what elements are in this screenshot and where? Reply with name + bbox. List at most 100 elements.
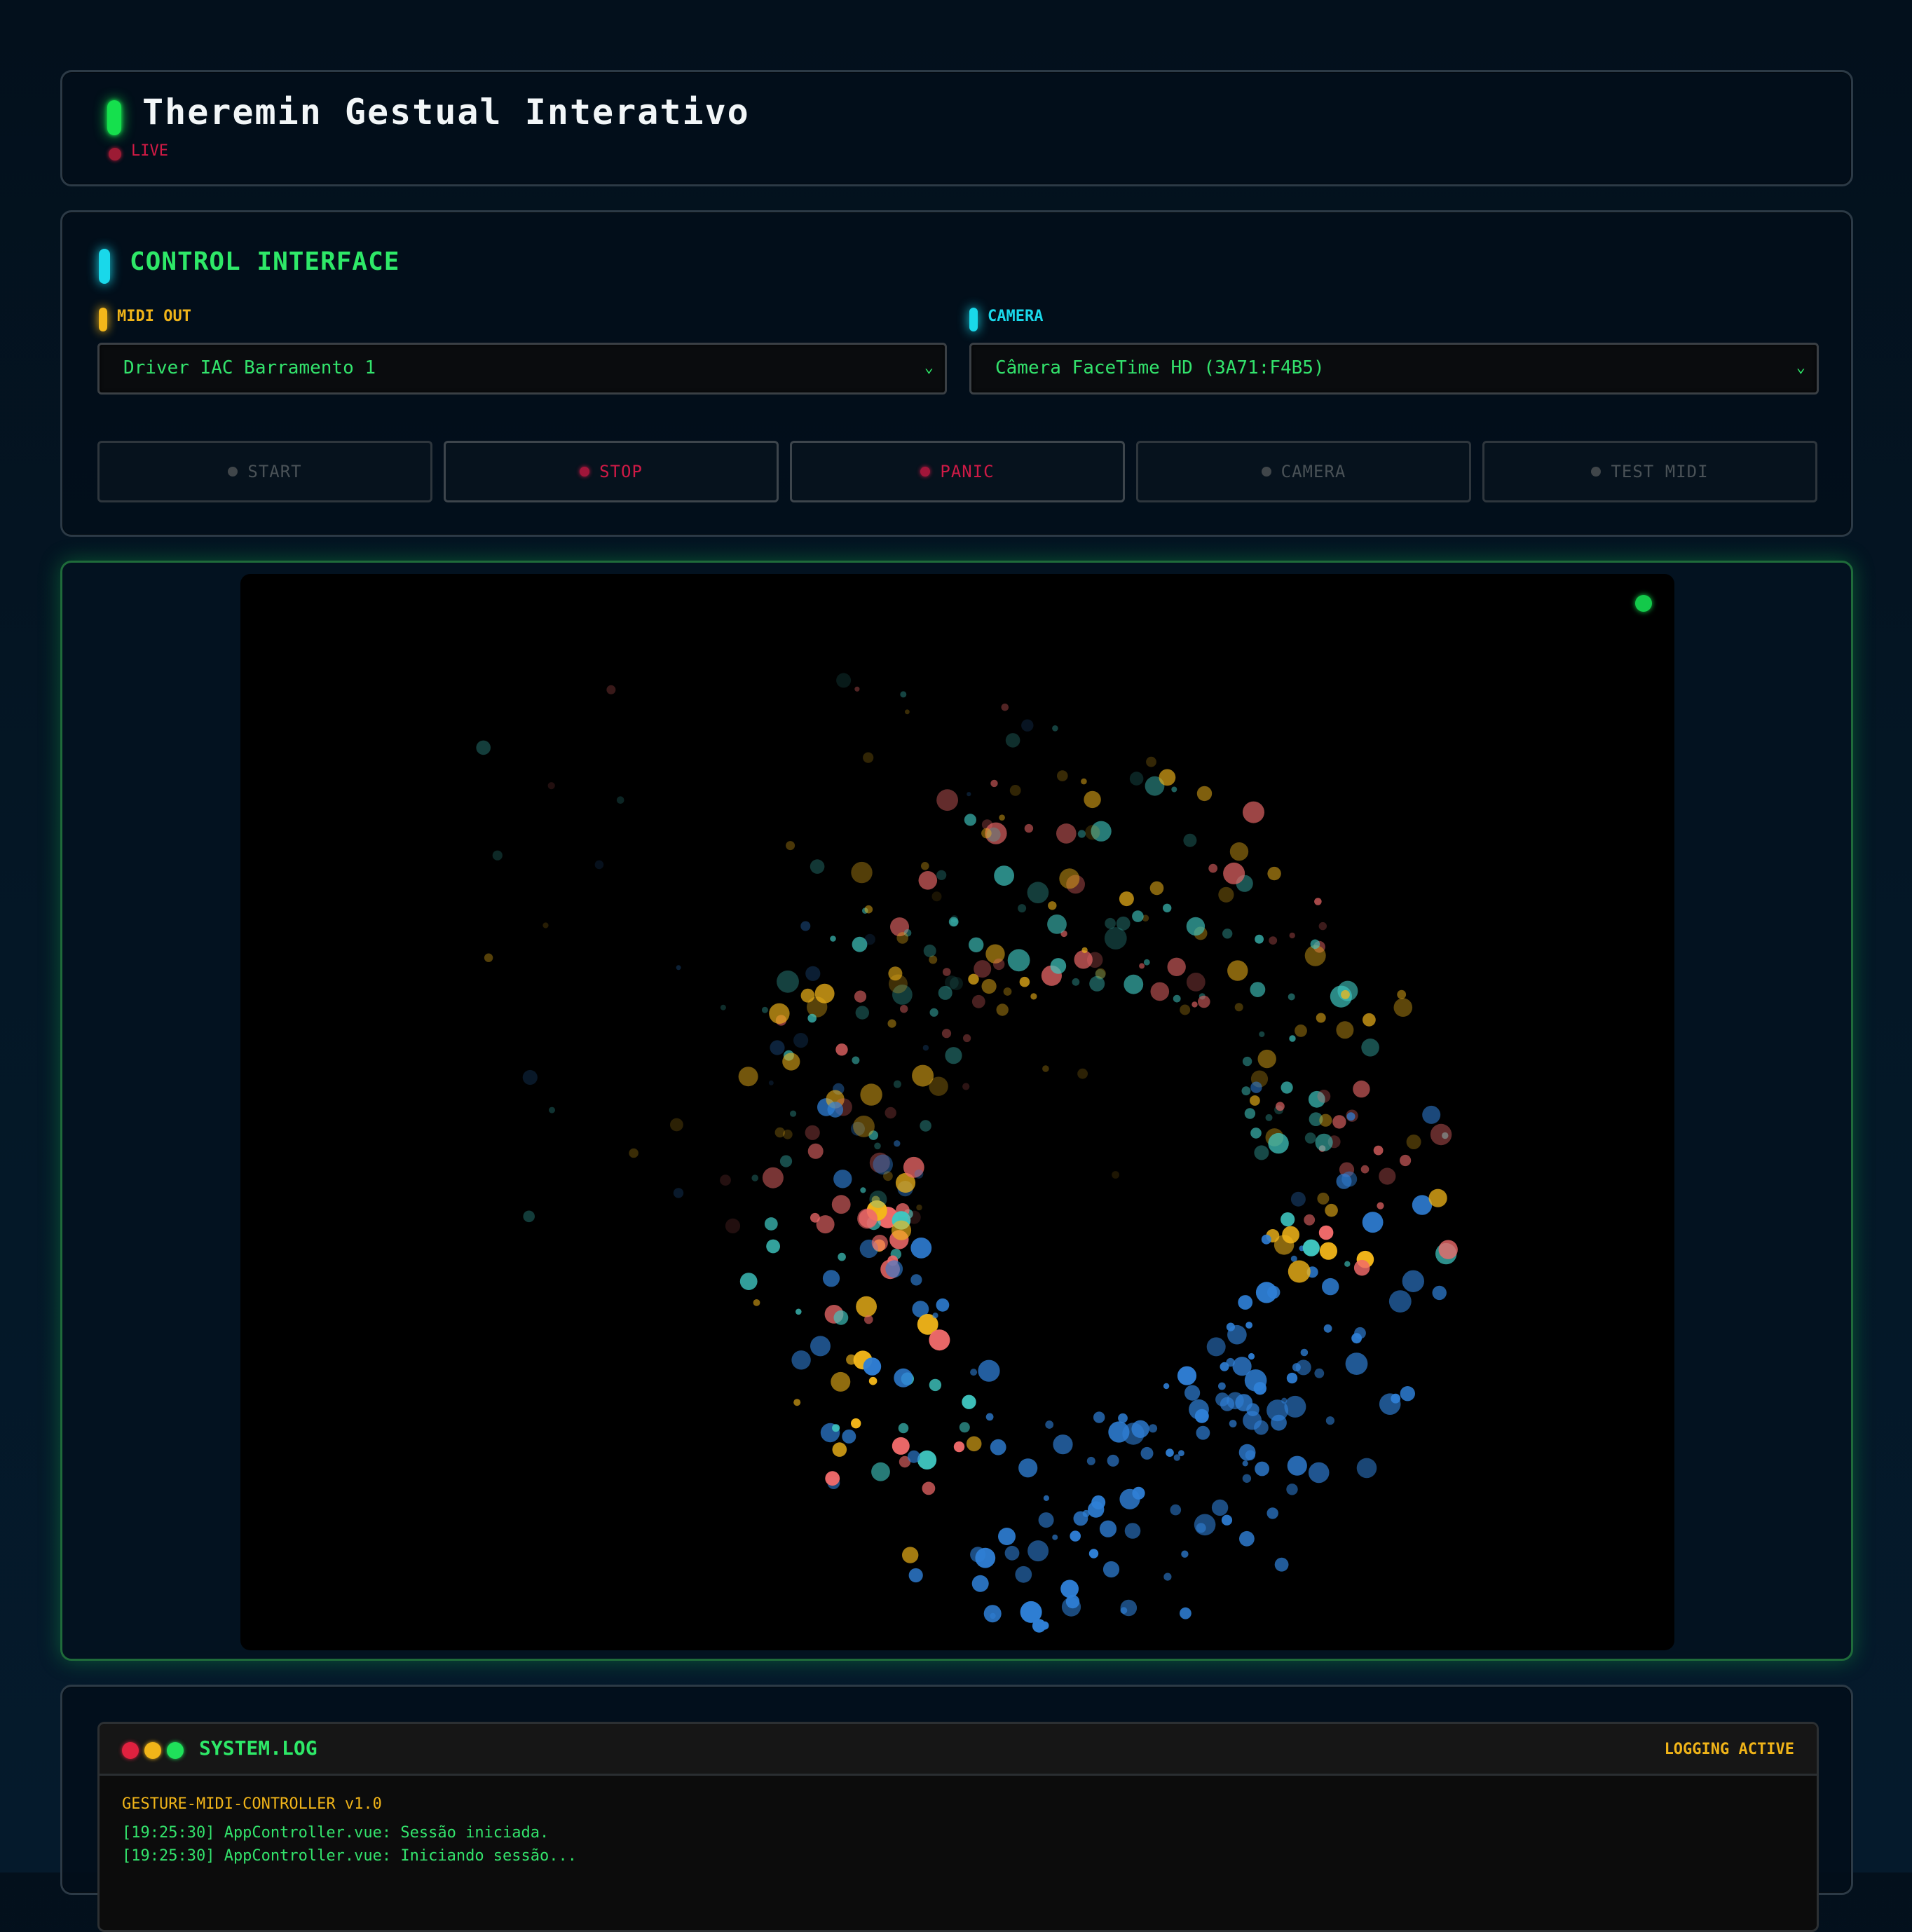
particle	[827, 1102, 844, 1118]
particle	[983, 1605, 1002, 1623]
particle	[863, 752, 874, 763]
particle	[953, 1441, 965, 1453]
particle	[1030, 993, 1037, 1000]
particle	[1250, 1081, 1262, 1093]
red-light-icon	[122, 1742, 139, 1759]
particle	[1310, 939, 1320, 950]
camera-button[interactable]: CAMERA	[1136, 441, 1471, 502]
system-log-panel: SYSTEM.LOG LOGGING ACTIVE GESTURE-MIDI-C…	[60, 1685, 1853, 1932]
particle	[1091, 1495, 1106, 1509]
particle	[964, 814, 976, 826]
terminal-window: SYSTEM.LOG LOGGING ACTIVE GESTURE-MIDI-C…	[97, 1722, 1819, 1932]
panic-button[interactable]: PANIC	[790, 441, 1125, 502]
particle	[1300, 1348, 1309, 1357]
particle	[720, 1174, 731, 1186]
particle	[1004, 1545, 1020, 1561]
particle	[720, 1004, 726, 1010]
particle	[851, 1418, 861, 1429]
particle	[1024, 823, 1034, 833]
particle	[1052, 725, 1058, 732]
particle	[810, 1336, 831, 1357]
particle	[800, 921, 811, 931]
particle	[1095, 968, 1106, 979]
particle	[1286, 1372, 1298, 1384]
particle	[1242, 1460, 1248, 1467]
particle	[795, 1308, 802, 1315]
particle	[793, 1033, 809, 1048]
particle	[1287, 1455, 1307, 1476]
particle	[1186, 917, 1206, 936]
particle	[1018, 904, 1027, 913]
particle	[864, 933, 875, 945]
camera-select[interactable]: Câmera FaceTime HD (3A71:F4B5) ⌄	[969, 343, 1819, 395]
particle	[492, 850, 503, 861]
particle	[1317, 1192, 1330, 1205]
test-midi-button[interactable]: TEST MIDI	[1482, 441, 1817, 502]
particle	[1007, 949, 1030, 972]
particle	[854, 686, 860, 692]
particle	[920, 1120, 931, 1132]
particle	[1254, 1420, 1269, 1435]
particle	[822, 1270, 840, 1287]
particle	[974, 960, 992, 978]
particle	[830, 936, 836, 942]
particle	[810, 859, 825, 874]
particle	[1218, 1382, 1226, 1390]
particle	[981, 978, 997, 994]
particle	[1290, 1191, 1306, 1207]
particle	[761, 1006, 768, 1013]
particle	[1281, 1081, 1293, 1094]
button-dot-icon	[1261, 467, 1271, 477]
particle	[1139, 963, 1145, 969]
section-pill-icon	[99, 249, 110, 284]
particle	[1379, 1167, 1396, 1185]
midi-out-select[interactable]: Driver IAC Barramento 1 ⌄	[97, 343, 947, 395]
particle	[1304, 1214, 1316, 1226]
particle	[871, 1235, 888, 1252]
particle	[1274, 1557, 1289, 1572]
particle	[1218, 886, 1234, 903]
particle	[943, 968, 951, 976]
particle	[1379, 1393, 1401, 1415]
particle	[1084, 790, 1101, 809]
particle	[1302, 1239, 1320, 1256]
particle	[936, 1298, 950, 1312]
header-panel: Theremin Gestual Interativo LIVE	[60, 70, 1853, 186]
particle	[1288, 993, 1295, 1001]
particle	[1362, 1212, 1384, 1233]
green-light-icon	[167, 1742, 184, 1759]
midi-pill-icon	[99, 308, 107, 331]
particle	[1166, 1448, 1174, 1457]
particle	[1346, 1112, 1356, 1121]
app-title: Theremin Gestual Interativo	[142, 92, 750, 132]
particle	[1319, 1114, 1332, 1127]
particle	[888, 966, 903, 981]
visualizer-panel	[60, 561, 1853, 1661]
particle	[1186, 973, 1206, 992]
particle	[786, 841, 795, 851]
particle	[1027, 1540, 1049, 1562]
particle	[1265, 1114, 1273, 1121]
particle	[963, 1034, 971, 1043]
yellow-light-icon	[144, 1742, 161, 1759]
particle	[922, 1045, 929, 1051]
particle	[1295, 1025, 1307, 1037]
stop-button[interactable]: STOP	[444, 441, 779, 502]
particle	[1271, 1414, 1287, 1431]
particle	[996, 1003, 1009, 1016]
particle	[1027, 882, 1049, 903]
particle	[1018, 1458, 1038, 1478]
particle-canvas[interactable]	[240, 574, 1674, 1650]
particle	[1250, 1095, 1260, 1106]
start-button[interactable]: START	[97, 441, 432, 502]
particle	[1259, 1031, 1265, 1037]
particle	[900, 1005, 908, 1013]
button-dot-icon	[580, 467, 590, 477]
particle	[1244, 1108, 1256, 1119]
particle	[1430, 1123, 1452, 1146]
particle	[1317, 1090, 1331, 1103]
particle	[885, 1107, 896, 1119]
particle	[1325, 1203, 1338, 1217]
particle	[1081, 947, 1088, 954]
particle	[805, 966, 821, 981]
